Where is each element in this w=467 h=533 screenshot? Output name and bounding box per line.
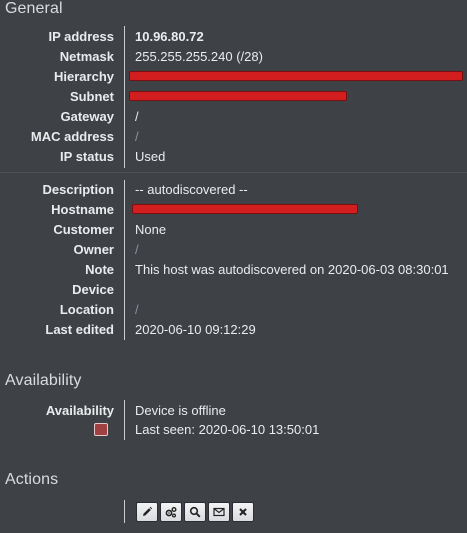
owner-row: Owner / xyxy=(0,242,467,262)
last-edited-label: Last edited xyxy=(45,322,114,337)
device-label: Device xyxy=(72,282,114,297)
owner-label: Owner xyxy=(73,242,114,257)
email-button[interactable] xyxy=(208,502,230,522)
note-row: Note This host was autodiscovered on 202… xyxy=(0,262,467,282)
ip-address-value: 10.96.80.72 xyxy=(135,29,204,44)
description-value: -- autodiscovered -- xyxy=(135,182,248,197)
ip-address-label: IP address xyxy=(48,29,114,44)
netmask-label: Netmask xyxy=(59,49,114,64)
mac-address-row: MAC address / xyxy=(0,129,467,149)
hierarchy-redacted-value xyxy=(129,71,463,81)
ip-status-label: IP status xyxy=(60,149,114,164)
owner-value: / xyxy=(135,242,139,257)
search-button[interactable] xyxy=(184,502,206,522)
settings-button[interactable] xyxy=(160,502,182,522)
last-edited-row: Last edited 2020-06-10 09:12:29 xyxy=(0,322,467,342)
section-title-availability: Availability xyxy=(5,372,82,389)
hierarchy-label: Hierarchy xyxy=(54,69,114,84)
netmask-row: Netmask 255.255.255.240 (/28) xyxy=(0,49,467,69)
section-title-actions: Actions xyxy=(5,471,59,488)
delete-button[interactable] xyxy=(232,502,254,522)
ip-status-row: IP status Used xyxy=(0,149,467,169)
location-value: / xyxy=(135,302,139,317)
envelope-icon xyxy=(213,507,225,517)
availability-status: Device is offline xyxy=(135,403,226,418)
location-row: Location / xyxy=(0,302,467,322)
gateway-label: Gateway xyxy=(60,109,114,124)
customer-label: Customer xyxy=(53,222,114,237)
column-divider xyxy=(124,500,125,523)
actions-toolbar xyxy=(136,502,256,522)
netmask-value: 255.255.255.240 (/28) xyxy=(135,49,263,64)
hostname-redacted-value xyxy=(132,204,358,214)
edit-icon xyxy=(143,506,153,516)
customer-value: None xyxy=(135,222,167,237)
description-row: Description -- autodiscovered -- xyxy=(0,182,467,202)
location-label: Location xyxy=(59,302,114,317)
last-seen-row: Last seen: 2020-06-10 13:50:01 xyxy=(0,422,467,442)
device-row: Device xyxy=(0,282,467,302)
cogs-icon xyxy=(165,507,177,518)
hostname-label: Hostname xyxy=(51,202,114,217)
mac-address-label: MAC address xyxy=(30,129,114,144)
description-label: Description xyxy=(42,182,114,197)
section-title-general: General xyxy=(5,0,63,17)
subnet-row: Subnet xyxy=(0,89,467,109)
hierarchy-row: Hierarchy xyxy=(0,69,467,89)
edit-button[interactable] xyxy=(136,502,158,522)
close-icon xyxy=(239,508,247,516)
availability-row: Availability Device is offline xyxy=(0,403,467,423)
last-edited-value: 2020-06-10 09:12:29 xyxy=(135,322,256,337)
mac-address-value: / xyxy=(135,129,139,144)
customer-row: Customer None xyxy=(0,222,467,242)
last-seen-value: Last seen: 2020-06-10 13:50:01 xyxy=(135,422,320,437)
section-divider xyxy=(0,172,467,173)
subnet-redacted-value[interactable] xyxy=(129,91,347,101)
search-icon xyxy=(189,506,201,518)
availability-label: Availability xyxy=(45,403,114,418)
subnet-label: Subnet xyxy=(69,89,114,104)
note-value: This host was autodiscovered on 2020-06-… xyxy=(135,262,449,277)
hostname-row: Hostname xyxy=(0,202,467,222)
note-label: Note xyxy=(85,262,114,277)
gateway-value: / xyxy=(135,109,139,124)
ip-status-value: Used xyxy=(135,149,166,164)
ip-address-row: IP address 10.96.80.72 xyxy=(0,29,467,49)
gateway-row: Gateway / xyxy=(0,109,467,129)
